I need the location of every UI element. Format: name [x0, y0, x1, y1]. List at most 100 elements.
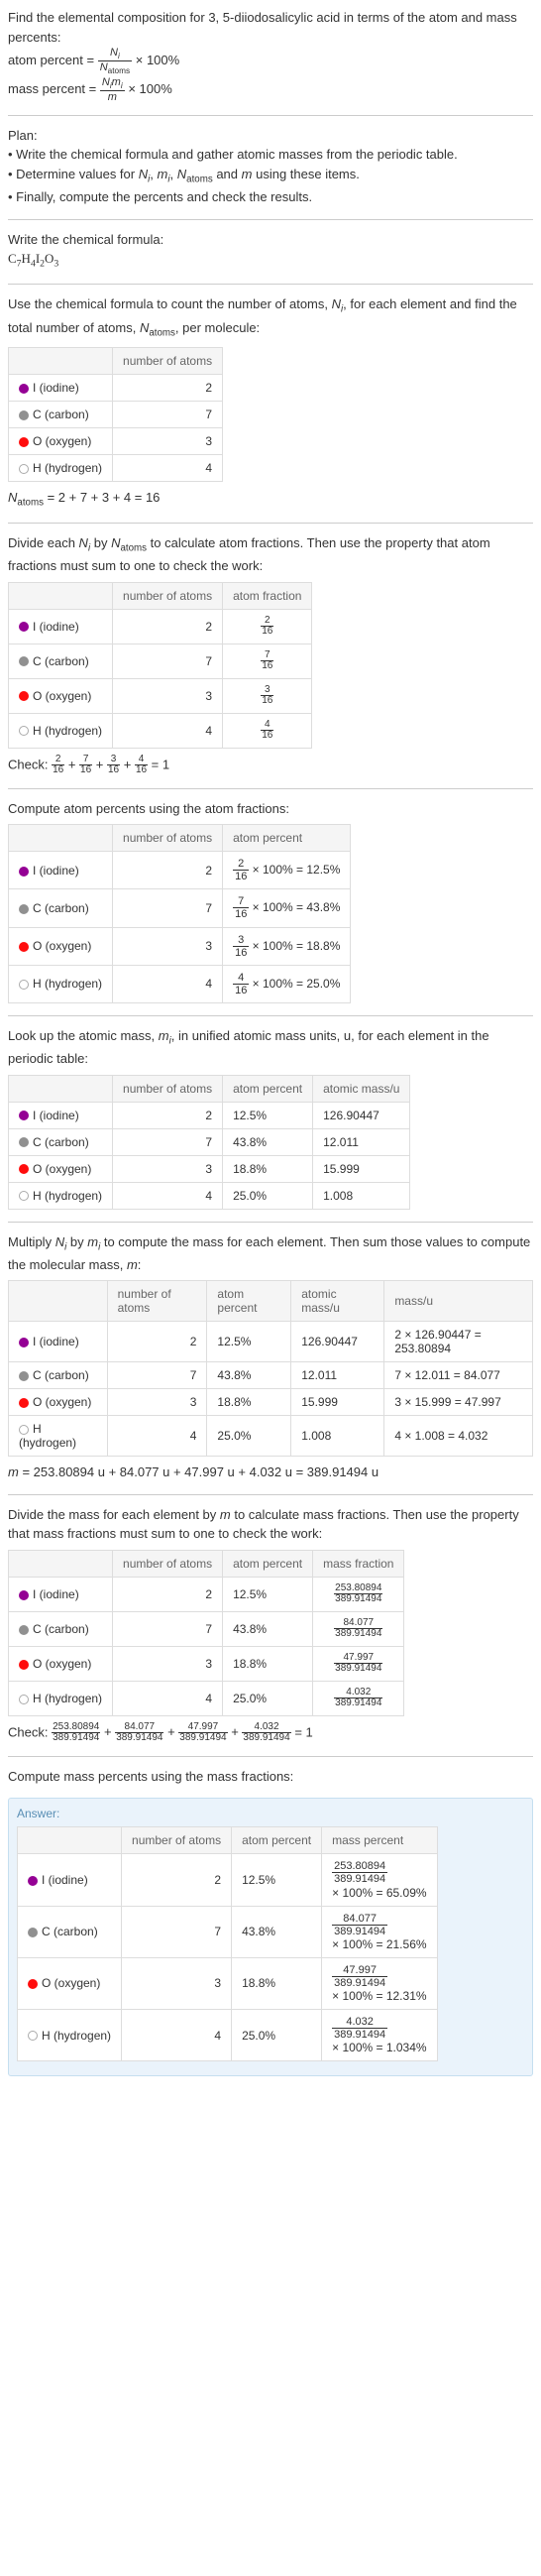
table-row: C (carbon)743.8%12.0117 × 12.011 = 84.07… — [9, 1362, 533, 1389]
massfrac-section: Divide the mass for each element by m to… — [8, 1505, 533, 1744]
oxygen-swatch-icon — [19, 437, 29, 447]
element-cell: O (oxygen) — [9, 1646, 113, 1681]
element-cell: H (hydrogen) — [9, 1416, 108, 1457]
massfrac-check: Check: 253.80894389.91494 + 84.077389.91… — [8, 1722, 533, 1744]
table-row: C (carbon)7 — [9, 401, 223, 427]
hydrogen-swatch-icon — [19, 464, 29, 474]
atompct-section: Compute atom percents using the atom fra… — [8, 799, 533, 1003]
table-row: O (oxygen)318.8%15.999 — [9, 1155, 410, 1182]
element-cell: I (iodine) — [9, 852, 113, 889]
table-row: O (oxygen)318.8%47.997389.91494 — [9, 1646, 404, 1681]
table-row: C (carbon)743.8%84.077389.91494× 100% = … — [18, 1906, 438, 1957]
divider — [8, 788, 533, 789]
oxygen-swatch-icon — [19, 1164, 29, 1174]
iodine-swatch-icon — [19, 1338, 29, 1347]
hydrogen-swatch-icon — [19, 1695, 29, 1704]
atomfrac-heading: Divide each Ni by Natoms to calculate at… — [8, 533, 533, 576]
element-cell: H (hydrogen) — [9, 1182, 113, 1209]
table-row: C (carbon)7716 × 100% = 43.8% — [9, 889, 351, 927]
molmass-heading: Multiply Ni by mi to compute the mass fo… — [8, 1232, 533, 1275]
element-cell: H (hydrogen) — [9, 965, 113, 1002]
table-row: H (hydrogen)425.0%4.032389.91494× 100% =… — [18, 2009, 438, 2060]
oxygen-swatch-icon — [19, 691, 29, 701]
carbon-swatch-icon — [28, 1928, 38, 1937]
element-cell: C (carbon) — [9, 401, 113, 427]
masspct-heading: Compute mass percents using the mass fra… — [8, 1767, 533, 1787]
table-row: I (iodine)212.5%253.80894389.91494 — [9, 1577, 404, 1611]
element-cell: C (carbon) — [9, 1128, 113, 1155]
atom-percent-fraction: Ni Natoms — [98, 47, 132, 76]
intro-section: Find the elemental composition for 3, 5-… — [8, 8, 533, 103]
element-cell: I (iodine) — [18, 1854, 122, 1906]
plan-heading: Plan: — [8, 126, 533, 146]
carbon-swatch-icon — [19, 1137, 29, 1147]
table-row: O (oxygen)318.8%15.9993 × 15.999 = 47.99… — [9, 1389, 533, 1416]
table-row: H (hydrogen)425.0%1.008 — [9, 1182, 410, 1209]
table-row: H (hydrogen)4 — [9, 454, 223, 481]
table-row: O (oxygen)318.8%47.997389.91494× 100% = … — [18, 1957, 438, 2009]
divider — [8, 1015, 533, 1016]
element-cell: H (hydrogen) — [18, 2009, 122, 2060]
carbon-swatch-icon — [19, 904, 29, 914]
divider — [8, 1222, 533, 1223]
molmass-table: number of atomsatom percentatomic mass/u… — [8, 1280, 533, 1457]
element-cell: C (carbon) — [18, 1906, 122, 1957]
plan-section: Plan: • Write the chemical formula and g… — [8, 126, 533, 207]
table-row: O (oxygen)3 — [9, 427, 223, 454]
atomicmass-heading: Look up the atomic mass, mi, in unified … — [8, 1026, 533, 1069]
table-row: H (hydrogen)425.0%4.032389.91494 — [9, 1681, 404, 1715]
table-row: C (carbon)743.8%84.077389.91494 — [9, 1611, 404, 1646]
intro-title: Find the elemental composition for 3, 5-… — [8, 8, 533, 47]
carbon-swatch-icon — [19, 1625, 29, 1635]
atomicmass-section: Look up the atomic mass, mi, in unified … — [8, 1026, 533, 1210]
table-row: I (iodine)2 — [9, 374, 223, 401]
element-cell: H (hydrogen) — [9, 1681, 113, 1715]
plan-bullet-2: • Determine values for Ni, mi, Natoms an… — [8, 165, 533, 187]
divider — [8, 1756, 533, 1757]
table-row: C (carbon)743.8%12.011 — [9, 1128, 410, 1155]
table-row: O (oxygen)3316 × 100% = 18.8% — [9, 927, 351, 965]
atompct-heading: Compute atom percents using the atom fra… — [8, 799, 533, 819]
element-cell: O (oxygen) — [9, 678, 113, 713]
massfrac-heading: Divide the mass for each element by m to… — [8, 1505, 533, 1544]
table-row: I (iodine)212.5%126.90447 — [9, 1102, 410, 1128]
iodine-swatch-icon — [19, 867, 29, 877]
carbon-swatch-icon — [19, 656, 29, 666]
mass-percent-def: mass percent = Nimi m × 100% — [8, 76, 533, 103]
formula-section: Write the chemical formula: C7H4I2O3 — [8, 230, 533, 273]
oxygen-swatch-icon — [28, 1979, 38, 1989]
count-table: number of atoms I (iodine)2C (carbon)7O … — [8, 347, 223, 482]
plan-bullet-1: • Write the chemical formula and gather … — [8, 145, 533, 165]
table-row: H (hydrogen)4416 — [9, 713, 312, 748]
atom-percent-def: atom percent = Ni Natoms × 100% — [8, 47, 533, 76]
oxygen-swatch-icon — [19, 1398, 29, 1408]
element-cell: O (oxygen) — [18, 1957, 122, 2009]
atomfrac-section: Divide each Ni by Natoms to calculate at… — [8, 533, 533, 776]
hydrogen-swatch-icon — [19, 1191, 29, 1201]
element-cell: I (iodine) — [9, 374, 113, 401]
iodine-swatch-icon — [19, 384, 29, 394]
hydrogen-swatch-icon — [28, 2031, 38, 2041]
divider — [8, 523, 533, 524]
atomfrac-table: number of atomsatom fraction I (iodine)2… — [8, 582, 312, 749]
masspct-section: Compute mass percents using the mass fra… — [8, 1767, 533, 1787]
divider — [8, 219, 533, 220]
element-cell: I (iodine) — [9, 1577, 113, 1611]
table-row: I (iodine)2216 × 100% = 12.5% — [9, 852, 351, 889]
element-cell: C (carbon) — [9, 1611, 113, 1646]
massfrac-table: number of atomsatom percentmass fraction… — [8, 1550, 404, 1716]
carbon-swatch-icon — [19, 1371, 29, 1381]
atomfrac-check: Check: 216 + 716 + 316 + 416 = 1 — [8, 755, 533, 776]
carbon-swatch-icon — [19, 410, 29, 420]
element-cell: C (carbon) — [9, 644, 113, 678]
table-row: C (carbon)7716 — [9, 644, 312, 678]
molmass-total: m = 253.80894 u + 84.077 u + 47.997 u + … — [8, 1463, 533, 1482]
element-cell: O (oxygen) — [9, 927, 113, 965]
oxygen-swatch-icon — [19, 1660, 29, 1670]
mass-percent-fraction: Nimi m — [100, 76, 125, 103]
answer-box: Answer: number of atomsatom percentmass … — [8, 1798, 533, 2076]
atompct-table: number of atomsatom percent I (iodine)22… — [8, 824, 351, 1003]
hydrogen-swatch-icon — [19, 1425, 29, 1435]
answer-label: Answer: — [17, 1807, 524, 1820]
natoms-total: Natoms = 2 + 7 + 3 + 4 = 16 — [8, 488, 533, 511]
